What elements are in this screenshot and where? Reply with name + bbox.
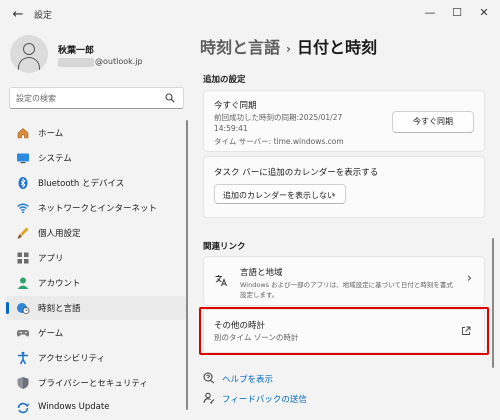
sidebar-item-label: Bluetooth とデバイス: [38, 179, 125, 189]
avatar-head: [23, 43, 35, 55]
sync-now-button[interactable]: 今すぐ同期: [392, 111, 474, 133]
account-icon: [17, 277, 29, 289]
related-links-heading: 関連リンク: [203, 242, 246, 252]
close-button[interactable]: ✕: [474, 4, 494, 22]
help-icon: [203, 372, 215, 384]
sidebar-item-bluetooth[interactable]: Bluetooth とデバイス: [6, 171, 186, 195]
main-scrollbar[interactable]: [492, 238, 494, 368]
gamepad-icon: [16, 330, 30, 337]
app-title: 設定: [34, 11, 53, 21]
sync-title: 今すぐ同期: [214, 101, 257, 111]
additional-settings-heading: 追加の設定: [203, 75, 246, 85]
sidebar-item-accessibility[interactable]: アクセシビリティ: [6, 346, 186, 370]
sidebar-item-system[interactable]: システム: [6, 146, 186, 170]
search-icon: [165, 93, 175, 103]
user-name: 秋葉一郎: [58, 46, 95, 56]
title-bar: ← 設定 — ☐ ✕: [0, 0, 500, 30]
sidebar-scrollbar[interactable]: [186, 120, 188, 410]
sidebar-item-privacy[interactable]: プライバシーとセキュリティ: [6, 371, 186, 395]
sidebar-item-network[interactable]: ネットワークとインターネット: [6, 196, 186, 220]
breadcrumb-parent[interactable]: 時刻と言語: [200, 38, 280, 57]
language-region-desc: Windows および一部のアプリは、地域設定に基づいて日付と時刻を書式: [240, 281, 453, 289]
sync-card: 今すぐ同期 前回成功した時刻の同期:2025/01/27 14:59:41 タイ…: [203, 90, 485, 152]
breadcrumb-separator: ›: [286, 42, 291, 56]
sidebar-item-label: 時刻と言語: [38, 304, 81, 314]
avatar[interactable]: [10, 35, 48, 73]
maximize-button[interactable]: ☐: [447, 4, 467, 22]
user-email: @outlook.jp: [95, 57, 143, 66]
sidebar-item-label: アカウント: [38, 279, 81, 289]
feedback-icon: [203, 392, 215, 404]
feedback-link[interactable]: フィードバックの送信: [222, 393, 307, 405]
help-link[interactable]: ヘルプを表示: [222, 373, 273, 385]
sidebar-item-personalization[interactable]: 個人用設定: [6, 221, 186, 245]
sidebar-item-label: アクセシビリティ: [38, 354, 106, 364]
page-title: 日付と時刻: [296, 38, 377, 57]
search-input[interactable]: 設定の検索: [9, 87, 184, 109]
avatar-body: [18, 57, 40, 71]
sidebar-item-label: アプリ: [38, 254, 64, 264]
sidebar-item-apps[interactable]: アプリ: [6, 246, 186, 270]
sidebar-item-home[interactable]: ホーム: [6, 121, 186, 145]
sidebar-item-label: ホーム: [38, 129, 64, 139]
back-button[interactable]: ←: [8, 6, 28, 24]
sidebar-item-label: ネットワークとインターネット: [38, 204, 158, 214]
breadcrumb: 時刻と言語 › 日付と時刻: [200, 34, 377, 58]
search-placeholder: 設定の検索: [16, 94, 56, 103]
calendar-selected: 追加のカレンダーを表示しない: [223, 191, 335, 200]
sidebar-item-label: プライバシーとセキュリティ: [38, 379, 148, 389]
monitor-icon: [17, 153, 29, 164]
brush-icon: [17, 227, 29, 239]
sidebar-item-label: システム: [38, 154, 72, 164]
last-sync-time: 14:59:41: [214, 124, 248, 133]
language-region-link[interactable]: 言語と地域 Windows および一部のアプリは、地域設定に基づいて日付と時刻を…: [203, 256, 485, 306]
last-sync-date: 前回成功した時刻の同期:2025/01/27: [214, 113, 343, 122]
wifi-icon: [17, 203, 29, 214]
language-region-title: 言語と地域: [240, 268, 283, 278]
minimize-button[interactable]: —: [420, 4, 440, 22]
update-icon: [17, 402, 30, 414]
calendar-title: タスク バーに追加のカレンダーを表示する: [214, 168, 379, 178]
active-indicator: [6, 302, 9, 314]
calendar-dropdown[interactable]: 追加のカレンダーを表示しない ⌄: [214, 184, 346, 204]
bluetooth-icon: [18, 177, 28, 189]
sidebar-item-windows-update[interactable]: Windows Update: [6, 396, 186, 420]
home-icon: [17, 128, 29, 139]
language-icon: [215, 275, 227, 287]
annotation-highlight: [199, 307, 489, 355]
accessibility-icon: [18, 351, 28, 365]
shield-icon: [17, 377, 29, 389]
chevron-down-icon: ⌄: [330, 189, 337, 198]
time-server: タイム サーバー: time.windows.com: [214, 137, 344, 146]
sidebar-item-accounts[interactable]: アカウント: [6, 271, 186, 295]
sidebar-item-gaming[interactable]: ゲーム: [6, 321, 186, 345]
sidebar-item-label: ゲーム: [38, 329, 64, 339]
apps-icon: [17, 252, 29, 264]
sidebar-item-label: 個人用設定: [38, 229, 81, 239]
sidebar-item-time-language[interactable]: 時刻と言語: [6, 296, 186, 320]
calendar-card: タスク バーに追加のカレンダーを表示する 追加のカレンダーを表示しない ⌄: [203, 156, 485, 218]
language-region-desc-2: 設定します。: [240, 291, 279, 299]
sidebar-item-label: Windows Update: [38, 402, 110, 412]
globe-clock-icon: [17, 303, 30, 314]
chevron-right-icon: ›: [466, 271, 472, 286]
email-redacted: [58, 58, 94, 67]
